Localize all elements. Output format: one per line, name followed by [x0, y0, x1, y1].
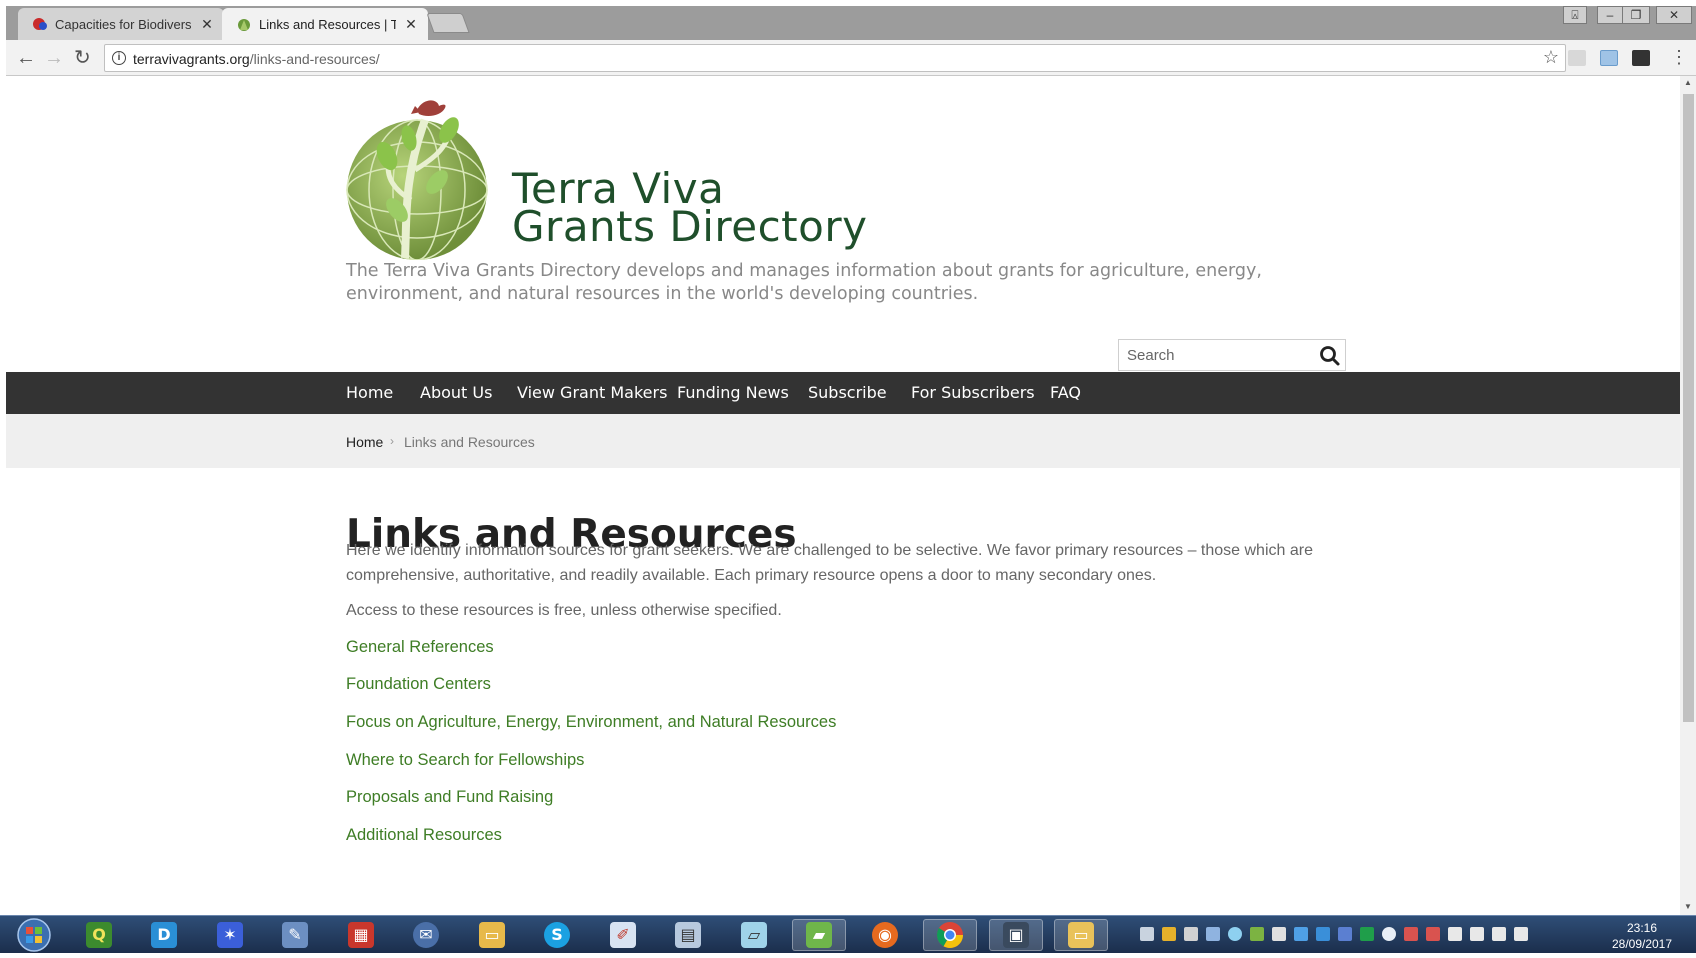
address-bar[interactable]: i terravivagrants.org/links-and-resource… — [104, 44, 1566, 72]
nav-home[interactable]: Home — [346, 372, 393, 414]
link-general-references[interactable]: General References — [346, 638, 494, 657]
folder-icon[interactable]: ▭ — [465, 919, 519, 951]
window-close-icon[interactable]: ✕ — [1656, 6, 1692, 24]
nav-for-subscribers[interactable]: For Subscribers — [911, 372, 1035, 414]
system-tray — [1140, 924, 1600, 946]
bookmark-star-icon[interactable]: ☆ — [1543, 47, 1559, 68]
tray-help-icon[interactable] — [1184, 927, 1198, 941]
url-host: terravivagrants.org — [133, 51, 250, 67]
tray-cloud-icon[interactable] — [1294, 927, 1308, 941]
sticky-note-icon[interactable]: ▰ — [792, 919, 846, 951]
firefox-icon[interactable]: ◉ — [858, 919, 912, 951]
chrome-icon[interactable] — [923, 919, 977, 951]
page-scrollbar[interactable]: ▲ ▼ — [1680, 76, 1696, 915]
info-icon[interactable]: i — [112, 51, 126, 65]
tray-app-icon[interactable] — [1316, 927, 1330, 941]
explorer-icon[interactable]: ▭ — [1054, 919, 1108, 951]
paint-icon[interactable]: ✐ — [596, 919, 650, 951]
tray-app-icon[interactable] — [1360, 927, 1374, 941]
site-tagline: The Terra Viva Grants Directory develops… — [346, 261, 1262, 304]
forward-arrow-icon[interactable]: → — [44, 48, 64, 68]
terra-viva-logo[interactable] — [345, 90, 495, 261]
minimize-icon[interactable]: – — [1597, 6, 1623, 24]
thunderbird-icon[interactable]: ✉ — [399, 919, 453, 951]
browser-tab-capacities[interactable]: Capacities for Biodiversit ✕ — [18, 8, 224, 40]
nav-funding-news[interactable]: Funding News — [677, 372, 789, 414]
tray-security-icon[interactable] — [1426, 927, 1440, 941]
extension-gray-icon[interactable] — [1568, 50, 1586, 66]
tray-app-icon[interactable] — [1470, 927, 1484, 941]
link-focus-agriculture[interactable]: Focus on Agriculture, Energy, Environmen… — [346, 713, 836, 732]
breadcrumb: Home › Links and Resources — [6, 414, 1680, 468]
tray-app-icon[interactable] — [1228, 927, 1242, 941]
network-graph-icon[interactable]: ✶ — [203, 919, 257, 951]
back-arrow-icon[interactable]: ← — [16, 48, 36, 68]
nav-about-us[interactable]: About Us — [420, 372, 492, 414]
intro-paragraph: Here we identify information sources for… — [346, 542, 1313, 584]
new-tab-button[interactable] — [426, 13, 470, 33]
terra-viva-leaf-icon — [236, 16, 252, 32]
site-title[interactable]: Terra Viva Grants Directory — [512, 168, 868, 251]
network-signal-icon[interactable] — [1492, 927, 1506, 941]
extension-dark-icon[interactable] — [1632, 50, 1650, 66]
main-navigation: Home About Us View Grant Makers Funding … — [6, 372, 1680, 414]
link-fellowships[interactable]: Where to Search for Fellowships — [346, 751, 584, 770]
skype-icon[interactable]: S — [530, 919, 584, 951]
action-center-flag-icon[interactable] — [1448, 927, 1462, 941]
site-title-line2: Grants Directory — [512, 202, 868, 251]
nav-subscribe[interactable]: Subscribe — [808, 372, 887, 414]
tray-app-icon[interactable] — [1404, 927, 1418, 941]
start-orb-icon[interactable] — [14, 917, 54, 953]
close-icon[interactable]: ✕ — [404, 16, 418, 33]
tray-app-icon[interactable] — [1250, 927, 1264, 941]
tray-app-icon[interactable] — [1140, 927, 1154, 941]
browser-toolbar: ← → ↻ i terravivagrants.org/links-and-re… — [6, 40, 1696, 76]
calculator-icon[interactable]: ▤ — [661, 919, 715, 951]
dropbox-icon[interactable] — [1272, 927, 1286, 941]
tray-app-icon[interactable] — [1338, 927, 1352, 941]
browser-tab-links-resources[interactable]: Links and Resources | Te ✕ — [222, 8, 428, 40]
menu-dots-icon[interactable]: ⋮ — [1670, 48, 1688, 66]
link-foundation-centers[interactable]: Foundation Centers — [346, 675, 491, 694]
red-blue-icon — [32, 16, 48, 32]
breadcrumb-home-link[interactable]: Home — [346, 434, 383, 450]
nav-faq[interactable]: FAQ — [1050, 372, 1081, 414]
tray-app-icon[interactable] — [1206, 927, 1220, 941]
notepad-icon[interactable]: ▱ — [727, 919, 781, 951]
user-profile-icon[interactable]: ⍓ — [1563, 6, 1587, 24]
scroll-up-icon[interactable]: ▲ — [1684, 78, 1692, 87]
office-apps-icon[interactable]: ▦ — [334, 919, 388, 951]
dictionary-icon[interactable]: D — [137, 919, 191, 951]
windows-taskbar: Q D ✶ ✎ ▦ ✉ ▭ S ✐ ▤ ▱ ▰ ◉ ▣ ▭ 23:16 28/0… — [0, 915, 1696, 953]
nav-view-grant-makers[interactable]: View Grant Makers — [517, 372, 667, 414]
tray-app-icon[interactable] — [1162, 927, 1176, 941]
breadcrumb-current: Links and Resources — [404, 434, 535, 450]
clock-time[interactable]: 23:16 — [1604, 921, 1680, 935]
search-form — [1118, 339, 1346, 371]
extension-blue-icon[interactable] — [1600, 50, 1618, 66]
close-icon[interactable]: ✕ — [200, 16, 214, 33]
access-note: Access to these resources is free, unles… — [346, 602, 782, 619]
browser-tab-strip: Capacities for Biodiversit ✕ Links and R… — [0, 0, 1696, 40]
monitor-icon[interactable]: ▣ — [989, 919, 1043, 951]
page-viewport: Terra Viva Grants Directory The Terra Vi… — [6, 76, 1680, 915]
breadcrumb-separator-icon: › — [390, 434, 394, 448]
qgis-icon[interactable]: Q — [72, 919, 126, 951]
search-icon[interactable] — [1319, 345, 1341, 367]
search-input[interactable] — [1119, 340, 1309, 370]
scroll-down-icon[interactable]: ▼ — [1684, 902, 1692, 911]
link-additional-resources[interactable]: Additional Resources — [346, 826, 502, 845]
volume-muted-icon[interactable] — [1514, 927, 1528, 941]
reload-icon[interactable]: ↻ — [74, 48, 91, 68]
link-proposals-fund-raising[interactable]: Proposals and Fund Raising — [346, 788, 553, 807]
tray-app-icon[interactable] — [1382, 927, 1396, 941]
tab-title: Links and Resources | Te — [259, 16, 396, 32]
url-text[interactable]: terravivagrants.org/links-and-resources/ — [133, 51, 380, 67]
tab-title: Capacities for Biodiversit — [55, 16, 192, 32]
scrollbar-thumb[interactable] — [1683, 94, 1694, 722]
restore-icon[interactable]: ❐ — [1622, 6, 1650, 24]
url-path: /links-and-resources/ — [249, 51, 380, 67]
clock-date[interactable]: 28/09/2017 — [1604, 937, 1680, 951]
pencil-tools-icon[interactable]: ✎ — [268, 919, 322, 951]
